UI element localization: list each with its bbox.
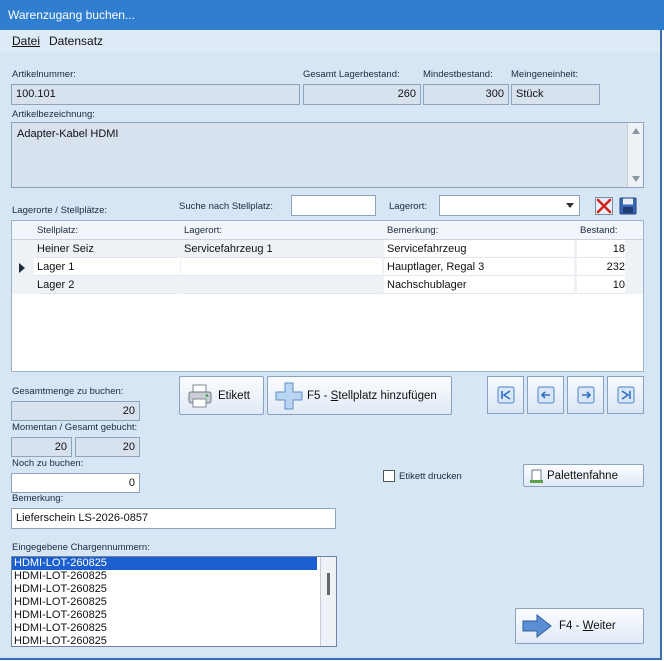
remark-label: Bemerkung: — [12, 493, 64, 504]
article-description-field[interactable]: Adapter-Kabel HDMI — [11, 122, 644, 188]
min-stock-label: Mindestbestand: — [423, 69, 493, 80]
first-record-button[interactable] — [487, 376, 524, 414]
article-number-field[interactable]: 100.101 — [11, 84, 300, 105]
locations-grid: Stellplatz: Lagerort: Bemerkung: Bestand… — [11, 220, 644, 372]
save-icon[interactable] — [618, 196, 638, 216]
forward-arrow-icon — [521, 613, 553, 639]
total-quantity-label: Gesamtmenge zu buchen: — [12, 386, 124, 397]
cell-bestand[interactable]: 18 — [577, 240, 625, 258]
next-record-button[interactable] — [567, 376, 604, 414]
location-filter-select[interactable] — [439, 195, 580, 216]
scroll-up-icon[interactable] — [632, 128, 640, 134]
last-record-button[interactable] — [607, 376, 644, 414]
article-description-label: Artikelbezeichnung: — [12, 109, 95, 120]
slot-search-input[interactable] — [291, 195, 376, 216]
list-item[interactable]: HDMI-LOT-260825 — [12, 570, 336, 583]
list-item[interactable]: HDMI-LOT-260825 — [12, 583, 336, 596]
unit-label: Meingeneinheit: — [511, 69, 579, 80]
total-stock-field[interactable]: 260 — [303, 84, 421, 105]
scroll-thumb[interactable] — [327, 573, 330, 595]
col-header-bemerkung: Bemerkung: — [387, 225, 439, 236]
article-description-text: Adapter-Kabel HDMI — [17, 128, 119, 140]
remark-input[interactable]: Lieferschein LS-2026-0857 — [11, 508, 336, 529]
pallet-icon — [529, 468, 545, 484]
previous-record-icon — [537, 386, 554, 404]
cell-stellplatz[interactable]: Heiner Seiz — [37, 240, 177, 258]
next-button[interactable]: F4 - Weiter — [515, 608, 644, 644]
list-item[interactable]: HDMI-LOT-260825 — [12, 596, 336, 609]
add-slot-button-text: F5 - Stellplatz hinzufügen — [307, 389, 437, 402]
grid-header — [12, 221, 643, 240]
list-item[interactable]: HDMI-LOT-260825 — [12, 635, 336, 646]
print-label-checkbox-label: Etikett drucken — [399, 471, 462, 482]
add-slot-button[interactable]: F5 - Stellplatz hinzufügen — [267, 376, 452, 415]
cell-bemerkung[interactable]: Nachschublager — [384, 276, 574, 294]
next-button-text: F4 - Weiter — [559, 620, 616, 632]
menu-file[interactable]: Datei — [12, 34, 40, 48]
next-record-icon — [577, 386, 594, 404]
menu-record[interactable]: Datensatz — [49, 34, 103, 48]
cell-stellplatz[interactable]: Lager 2 — [37, 276, 177, 294]
first-record-icon — [497, 386, 514, 404]
cell-lagerort[interactable] — [184, 276, 382, 294]
locations-label: Lagerorte / Stellplätze: — [12, 205, 108, 216]
last-record-icon — [617, 386, 634, 404]
col-header-lagerort: Lagerort: — [184, 225, 223, 236]
list-item[interactable]: HDMI-LOT-260825 — [12, 557, 317, 570]
printer-icon — [186, 382, 214, 410]
article-number-label: Artikelnummer: — [12, 69, 76, 80]
label-button-text: Etikett — [218, 389, 250, 402]
remaining-quantity-label: Noch zu buchen: — [12, 458, 84, 469]
chevron-down-icon — [566, 203, 574, 208]
title-bar: Warenzugang buchen... — [0, 0, 664, 30]
list-item[interactable]: HDMI-LOT-260825 — [12, 609, 336, 622]
booked-quantity-label: Momentan / Gesamt gebucht: — [12, 422, 138, 433]
cell-bemerkung[interactable]: Hauptlager, Regal 3 — [384, 258, 574, 276]
cell-lagerort[interactable]: Servicefahrzeug 1 — [184, 240, 382, 258]
scroll-down-icon[interactable] — [632, 176, 640, 182]
unit-field[interactable]: Stück — [511, 84, 600, 105]
overall-booked-field[interactable]: 20 — [75, 437, 140, 457]
col-header-stellplatz: Stellplatz: — [37, 225, 79, 236]
remaining-quantity-input[interactable]: 0 — [11, 473, 140, 493]
print-label-checkbox[interactable] — [383, 470, 395, 482]
cell-bemerkung[interactable]: Servicefahrzeug — [384, 240, 574, 258]
pallet-flag-button[interactable]: Palettenfahne — [523, 464, 644, 487]
min-stock-field[interactable]: 300 — [423, 84, 509, 105]
pallet-flag-button-text: Palettenfahne — [547, 469, 618, 482]
label-button[interactable]: Etikett — [179, 376, 264, 415]
total-quantity-field[interactable]: 20 — [11, 401, 140, 421]
location-filter-label: Lagerort: — [389, 201, 428, 212]
current-row-marker-icon — [19, 263, 25, 273]
batch-list-scrollbar[interactable] — [320, 557, 336, 646]
batch-numbers-list[interactable]: HDMI-LOT-260825 HDMI-LOT-260825 HDMI-LOT… — [11, 556, 337, 647]
previous-record-button[interactable] — [527, 376, 564, 414]
cell-lagerort[interactable] — [181, 258, 382, 276]
cell-stellplatz[interactable]: Lager 1 — [34, 258, 180, 276]
delete-icon[interactable] — [594, 196, 614, 216]
total-stock-label: Gesamt Lagerbestand: — [303, 69, 400, 80]
batch-numbers-label: Eingegebene Chargennummern: — [12, 542, 150, 553]
list-item[interactable]: HDMI-LOT-260825 — [12, 622, 336, 635]
col-header-bestand: Bestand: — [580, 225, 618, 236]
cell-bestand[interactable]: 10 — [577, 276, 625, 294]
current-booked-field[interactable]: 20 — [11, 437, 72, 457]
description-scrollbar[interactable] — [627, 123, 643, 187]
add-icon — [274, 381, 304, 411]
cell-bestand[interactable]: 232 — [577, 258, 625, 276]
slot-search-label: Suche nach Stellplatz: — [179, 201, 274, 212]
window-title: Warenzugang buchen... — [8, 8, 135, 22]
